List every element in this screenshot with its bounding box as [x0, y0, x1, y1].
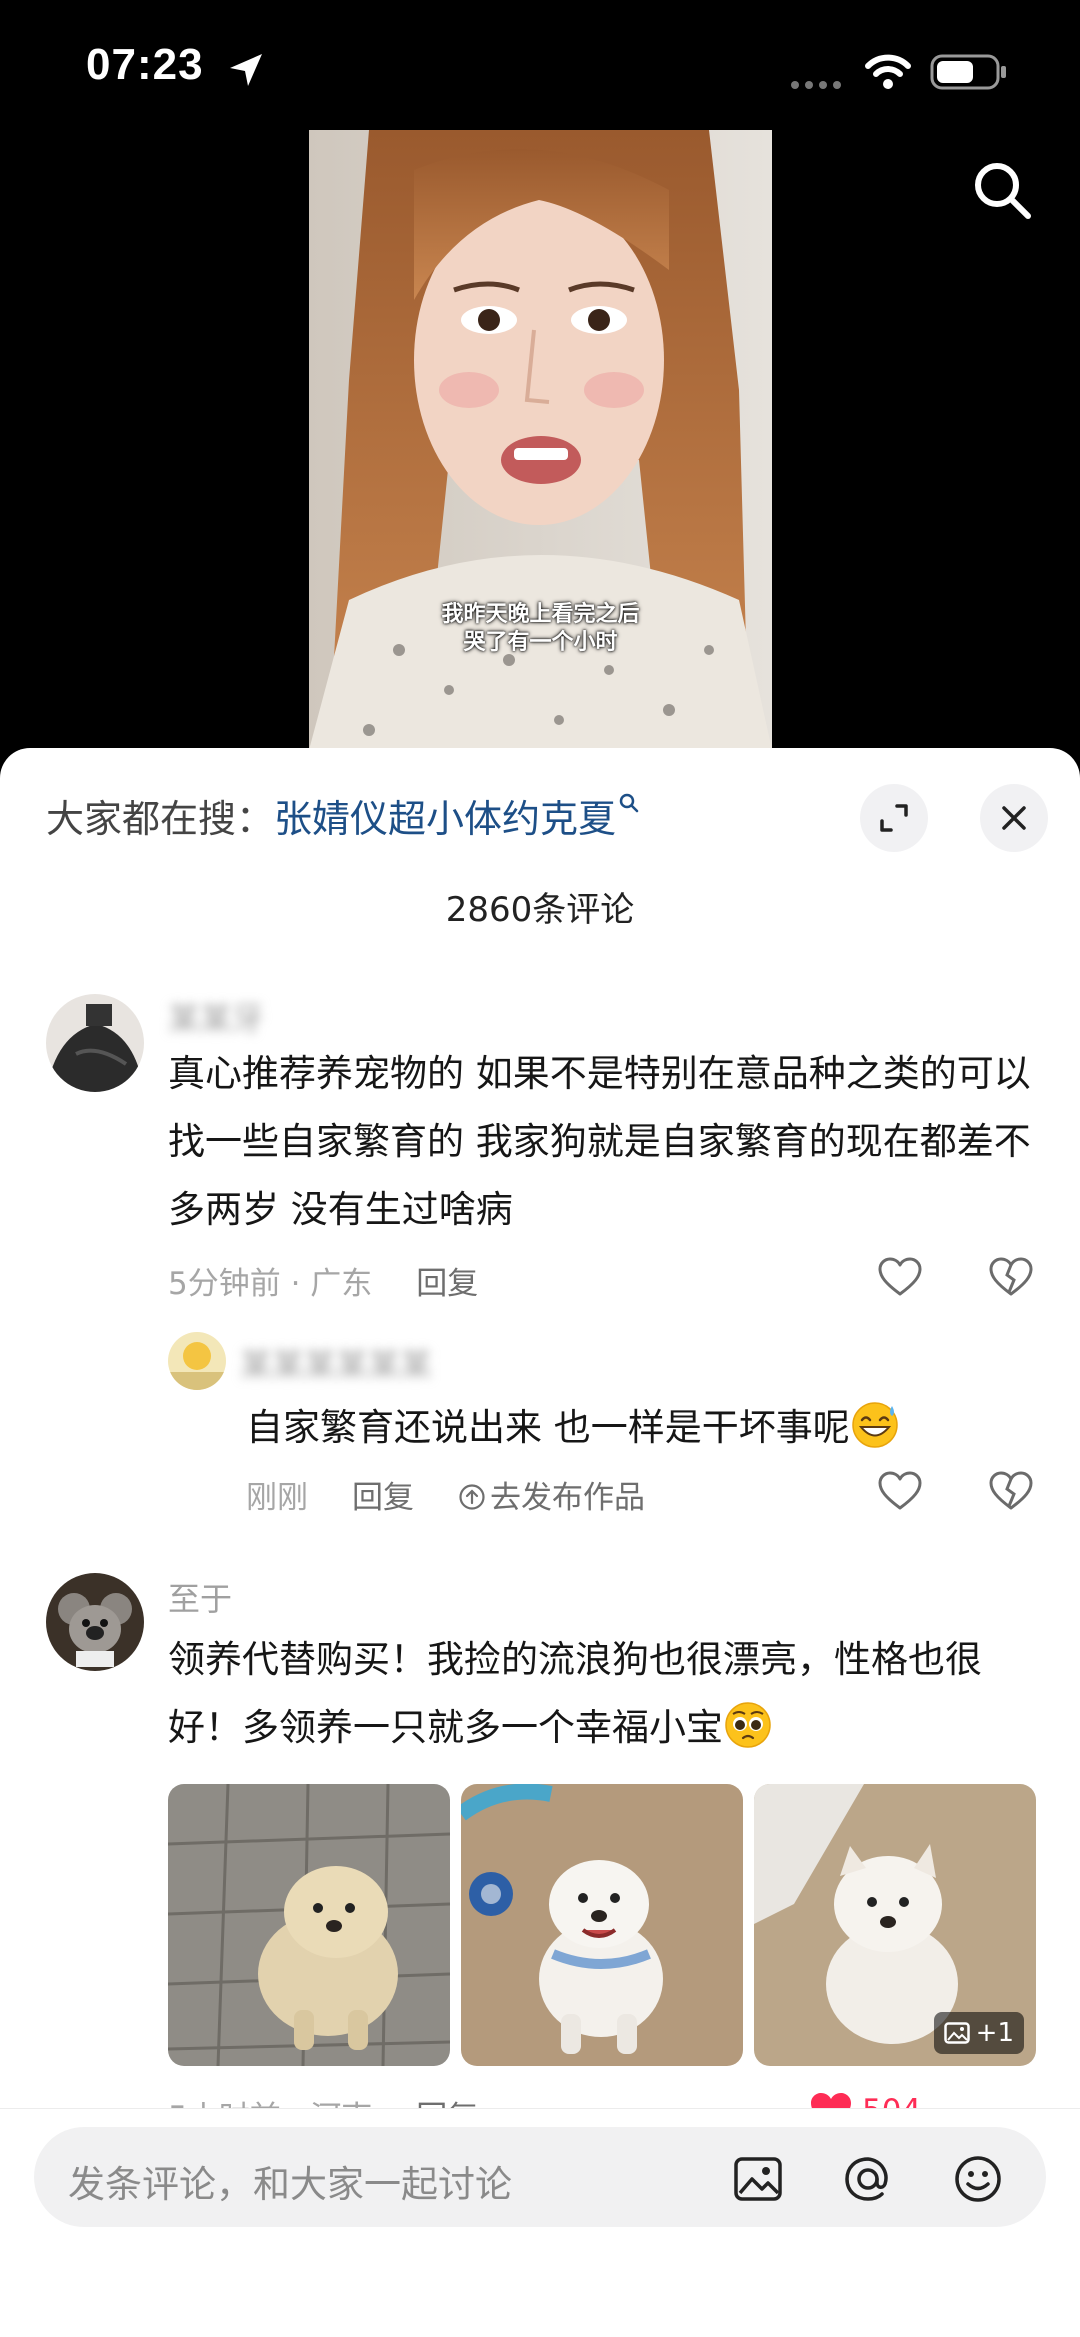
avatar-image — [168, 1332, 226, 1390]
username[interactable]: 某某牙 — [168, 994, 264, 1040]
close-button[interactable] — [980, 784, 1048, 852]
comment-text-content: 领养代替购买！我捡的流浪狗也很漂亮，性格也很好！多领养一只就多一个幸福小宝 — [168, 1638, 982, 1749]
avatar-image — [46, 994, 144, 1092]
image-picker-icon[interactable] — [732, 2153, 784, 2205]
avatar[interactable] — [168, 1332, 226, 1390]
comment-count: 2860条评论 — [445, 890, 635, 930]
more-photos-count: +1 — [975, 2018, 1014, 2048]
reply-time: 刚刚 — [246, 1480, 308, 1516]
hot-search-bar[interactable]: 大家都在搜：张婧仪超小体约克夏 — [46, 788, 640, 843]
emoji-icon[interactable] — [952, 2153, 1004, 2205]
comment-text: 领养代替购买！我捡的流浪狗也很漂亮，性格也很好！多领养一只就多一个幸福小宝 — [168, 1626, 1048, 1762]
publish-arrow-icon — [459, 1484, 485, 1510]
pleading-face-emoji-icon — [725, 1702, 771, 1748]
expand-icon — [880, 804, 908, 832]
image-icon — [943, 2022, 970, 2044]
video-image — [309, 130, 772, 750]
dog-photo-2 — [461, 1784, 743, 2066]
comment-time-location: 5分钟前 · 广东 — [168, 1266, 373, 1302]
hot-search-query[interactable]: 张婧仪超小体约克夏 — [274, 797, 616, 841]
heart-icon[interactable] — [877, 1256, 923, 1298]
publish-work-label: 去发布作品 — [490, 1480, 645, 1516]
mention-icon[interactable] — [842, 2153, 894, 2205]
video-player[interactable]: 我昨天晚上看完之后 哭了有一个小时 — [0, 130, 1080, 750]
subtitle-line-1: 我昨天晚上看完之后 — [441, 601, 640, 627]
comment-meta: 5分钟前 · 广东 回复 — [168, 1258, 478, 1303]
video-subtitle: 我昨天晚上看完之后 哭了有一个小时 — [309, 600, 772, 656]
comment-photo[interactable] — [461, 1784, 743, 2066]
small-search-icon — [619, 793, 639, 813]
sweat-smile-emoji-icon — [852, 1402, 898, 1448]
comment-input[interactable]: 发条评论，和大家一起讨论 — [34, 2127, 1046, 2227]
reply-text-content: 自家繁育还说出来 也一样是干坏事呢 — [246, 1406, 850, 1449]
avatar[interactable] — [46, 1573, 144, 1671]
close-icon — [1002, 806, 1026, 830]
battery-icon — [930, 54, 1006, 90]
username[interactable]: 至于 — [168, 1574, 232, 1620]
reply-button[interactable]: 回复 — [416, 1266, 478, 1302]
comment-input-placeholder: 发条评论，和大家一起讨论 — [68, 2163, 512, 2206]
reply-button[interactable]: 回复 — [352, 1480, 414, 1516]
avatar[interactable] — [46, 994, 144, 1092]
status-time: 07:23 — [86, 40, 204, 89]
video-frame: 我昨天晚上看完之后 哭了有一个小时 — [309, 130, 772, 750]
signal-icon — [791, 81, 841, 89]
reply-text: 自家繁育还说出来 也一样是干坏事呢 — [246, 1394, 1046, 1462]
publish-work-link[interactable]: 去发布作品 — [458, 1480, 645, 1516]
search-icon[interactable] — [970, 158, 1034, 222]
location-arrow-icon — [230, 54, 262, 86]
subtitle-line-2: 哭了有一个小时 — [463, 629, 618, 655]
more-photos-badge: +1 — [933, 2012, 1024, 2054]
comment-photo[interactable]: +1 — [754, 1784, 1036, 2066]
comment-input-bar: 发条评论，和大家一起讨论 — [0, 2108, 1080, 2337]
wifi-icon — [865, 54, 911, 89]
dog-photo-1 — [168, 1784, 450, 2066]
comment-sheet: 大家都在搜：张婧仪超小体约克夏 2860条评论 某某牙 真心推荐养宠物的 如果不… — [0, 748, 1080, 2337]
avatar-image — [46, 1573, 144, 1671]
expand-button[interactable] — [860, 784, 928, 852]
comment-text: 真心推荐养宠物的 如果不是特别在意品种之类的可以找一些自家繁育的 我家狗就是自家… — [168, 1052, 1031, 1231]
broken-heart-icon[interactable] — [988, 1470, 1034, 1512]
reply-meta: 刚刚 回复 去发布作品 — [246, 1472, 645, 1517]
heart-icon[interactable] — [877, 1470, 923, 1512]
broken-heart-icon[interactable] — [988, 1256, 1034, 1298]
status-bar: 07:23 — [0, 0, 1080, 130]
comment-photo[interactable] — [168, 1784, 450, 2066]
hot-search-prefix: 大家都在搜： — [46, 797, 275, 841]
username[interactable]: 某某某某某某 — [240, 1340, 432, 1386]
